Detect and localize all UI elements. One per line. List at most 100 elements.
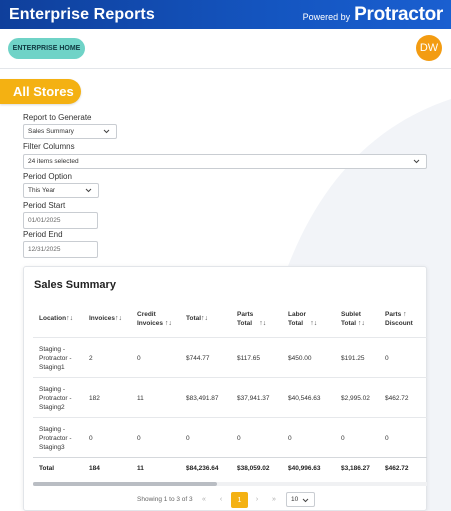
sort-icon: ↑↓ — [115, 315, 123, 322]
enterprise-home-button[interactable]: ENTERPRISE HOME — [8, 38, 85, 59]
last-page-button[interactable]: » — [268, 492, 280, 507]
report-label: Report to Generate — [23, 113, 92, 122]
app-header: Enterprise Reports Powered by Protractor — [0, 0, 451, 29]
filter-columns-select[interactable]: 24 items selected — [23, 154, 427, 169]
location-line: Staging1 — [39, 364, 65, 371]
brand-name: Protractor — [354, 3, 443, 25]
sort-icon: ↑↓ — [201, 315, 209, 322]
sort-icon: ↑ — [403, 311, 407, 318]
table-cell: 182 — [89, 395, 100, 402]
pagination-info: Showing 1 to 3 of 3 — [137, 496, 193, 503]
table-cell: $450.00 — [288, 355, 312, 362]
period-option-select[interactable]: This Year — [23, 183, 99, 198]
column-header-label: Location — [39, 315, 67, 322]
column-header-label: Total — [186, 315, 202, 322]
period-start-label: Period Start — [23, 201, 66, 210]
first-page-button[interactable]: « — [198, 492, 210, 507]
column-header-labor-total[interactable]: Labor Total ↑↓ — [288, 310, 317, 328]
table-cell: $2,995.02 — [341, 395, 370, 402]
all-stores-tab[interactable]: All Stores — [0, 79, 81, 104]
column-header-label: Parts — [385, 311, 402, 318]
sort-icon: ↑↓ — [164, 320, 172, 327]
sort-icon: ↑↓ — [357, 320, 365, 327]
total-cell: $462.72 — [385, 465, 409, 472]
column-header-label-2: Discount — [385, 320, 413, 327]
chevron-down-icon — [85, 188, 92, 193]
column-header-sublet-total[interactable]: Sublet Total ↑↓ — [341, 310, 365, 328]
column-header-total[interactable]: Total↑↓ — [186, 314, 208, 323]
per-page-select[interactable]: 10 — [286, 492, 315, 507]
period-start-input[interactable]: 01/01/2025 — [23, 212, 98, 229]
total-cell: $40,996.63 — [288, 465, 321, 472]
page-1-button[interactable]: 1 — [231, 492, 248, 508]
column-header-invoices[interactable]: Invoices↑↓ — [89, 314, 122, 323]
total-cell: $3,186.27 — [341, 465, 370, 472]
total-cell: 184 — [89, 465, 100, 472]
location-line: Staging2 — [39, 404, 65, 411]
user-avatar[interactable]: DW — [416, 35, 442, 61]
column-header-label: Invoices — [89, 315, 116, 322]
table-cell: 0 — [186, 435, 190, 442]
column-header-parts-discount[interactable]: Parts ↑ Discount — [385, 310, 413, 328]
app-title: Enterprise Reports — [9, 5, 155, 23]
table-cell: 0 — [385, 355, 389, 362]
column-header-credit-invoices[interactable]: Credit Invoices ↑↓ — [137, 310, 172, 328]
sort-icon: ↑↓ — [310, 320, 318, 327]
column-header-label: Labor — [288, 311, 307, 318]
location-line: Protractor - — [39, 435, 72, 442]
period-start-value: 01/01/2025 — [28, 217, 61, 224]
table-cell: 0 — [237, 435, 241, 442]
table-cell: $40,546.63 — [288, 395, 321, 402]
table-cell: $83,491.87 — [186, 395, 219, 402]
table-cell: $744.77 — [186, 355, 210, 362]
period-end-input[interactable]: 12/31/2025 — [23, 241, 98, 258]
table-cell: 0 — [288, 435, 292, 442]
total-label: Total — [39, 465, 55, 472]
total-cell: $84,236.64 — [186, 465, 219, 472]
prev-page-button[interactable]: ‹ — [216, 492, 226, 507]
table-cell: 11 — [137, 395, 144, 402]
table-cell: 0 — [385, 435, 389, 442]
table-cell: 0 — [341, 435, 345, 442]
report-select[interactable]: Sales Summary — [23, 124, 117, 139]
powered-by-label: Powered by — [302, 11, 351, 22]
period-option-value: This Year — [28, 187, 56, 194]
row-divider — [33, 457, 427, 458]
total-cell: 11 — [137, 465, 144, 472]
table-cell: 0 — [89, 435, 93, 442]
table-cell: $37,941.37 — [237, 395, 270, 402]
chevron-down-icon — [302, 498, 309, 503]
row-divider — [33, 417, 427, 418]
table-scrollbar-thumb[interactable] — [33, 482, 217, 486]
sort-icon: ↑↓ — [259, 320, 267, 327]
location-line: Protractor - — [39, 355, 72, 362]
column-header-label: Parts — [237, 311, 254, 318]
table-cell: 0 — [137, 435, 141, 442]
table-row-location: Staging - Protractor - Staging2 — [39, 385, 72, 412]
filter-columns-value: 24 items selected — [28, 158, 79, 165]
row-divider — [33, 377, 427, 378]
column-header-label-2: Total — [237, 320, 253, 327]
card-title: Sales Summary — [34, 279, 116, 291]
column-header-label-2: Total — [288, 320, 304, 327]
next-page-button[interactable]: › — [252, 492, 262, 507]
table-cell: $462.72 — [385, 395, 409, 402]
brand-logo: Powered by Protractor — [302, 3, 444, 26]
location-line: Staging - — [39, 386, 66, 393]
per-page-value: 10 — [291, 496, 299, 503]
report-select-value: Sales Summary — [28, 128, 74, 135]
location-line: Protractor - — [39, 395, 72, 402]
subheader: ENTERPRISE HOME DW — [0, 29, 451, 69]
period-end-value: 12/31/2025 — [28, 246, 61, 253]
total-cell: $38,059.02 — [237, 465, 270, 472]
chevron-down-icon — [413, 159, 420, 164]
table-row-location: Staging - Protractor - Staging1 — [39, 345, 72, 372]
row-divider — [33, 337, 427, 338]
sales-summary-card: Sales Summary — [23, 266, 427, 511]
column-header-label: Credit — [137, 311, 156, 318]
table-cell: $117.65 — [237, 355, 261, 362]
period-end-label: Period End — [23, 230, 63, 239]
column-header-parts-total[interactable]: Parts Total ↑↓ — [237, 310, 266, 328]
location-line: Staging3 — [39, 444, 65, 451]
column-header-location[interactable]: Location↑↓ — [39, 314, 73, 323]
